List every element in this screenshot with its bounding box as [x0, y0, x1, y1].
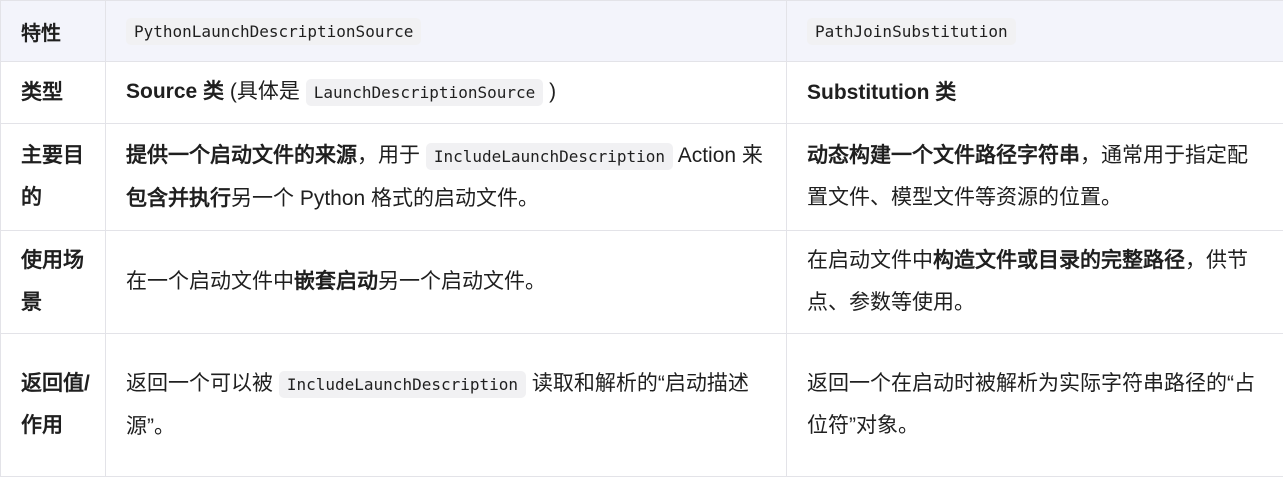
text: 返回一个可以被 [126, 372, 279, 395]
bold-text: 动态构建一个文件路径字符串 [807, 144, 1080, 167]
text: 在一个启动文件中 [126, 270, 294, 293]
table-row-return: 返回值/作用 返回一个可以被 IncludeLaunchDescription … [1, 334, 1283, 477]
text: 另一个 Python 格式的启动文件。 [231, 187, 539, 210]
cell-return-b: 返回一个在启动时被解析为实际字符串路径的“占位符”对象。 [787, 334, 1283, 477]
text: 在启动文件中 [807, 249, 933, 272]
bold-text: 提供一个启动文件的来源 [126, 144, 357, 167]
cell-purpose-b: 动态构建一个文件路径字符串，通常用于指定配置文件、模型文件等资源的位置。 [787, 124, 1283, 231]
header-col-b: PathJoinSubstitution [787, 1, 1283, 62]
cell-scenario-b: 在启动文件中构造文件或目录的完整路径，供节点、参数等使用。 [787, 231, 1283, 334]
feature-cell: 使用场景 [1, 231, 106, 334]
bold-text: Source 类 [126, 80, 224, 103]
text: 返回一个在启动时被解析为实际字符串路径的“占位符”对象。 [807, 372, 1255, 437]
feature-cell: 返回值/作用 [1, 334, 106, 477]
table-row-purpose: 主要目的 提供一个启动文件的来源，用于 IncludeLaunchDescrip… [1, 124, 1283, 231]
header-col-a: PythonLaunchDescriptionSource [106, 1, 787, 62]
text: 另一个启动文件。 [378, 270, 546, 293]
header-row: 特性 PythonLaunchDescriptionSource PathJoi… [1, 1, 1283, 62]
text: ) [543, 80, 556, 103]
bold-text: Substitution 类 [807, 81, 956, 104]
table-row-type: 类型 Source 类 (具体是 LaunchDescriptionSource… [1, 62, 1283, 124]
cell-type-b: Substitution 类 [787, 62, 1283, 124]
inline-code: IncludeLaunchDescription [426, 143, 673, 170]
header-col-a-code: PythonLaunchDescriptionSource [126, 18, 421, 45]
comparison-table: 特性 PythonLaunchDescriptionSource PathJoi… [0, 0, 1283, 477]
header-col-b-code: PathJoinSubstitution [807, 18, 1016, 45]
cell-return-a: 返回一个可以被 IncludeLaunchDescription 读取和解析的“… [106, 334, 787, 477]
cell-type-a: Source 类 (具体是 LaunchDescriptionSource ) [106, 62, 787, 124]
feature-cell: 主要目的 [1, 124, 106, 231]
bold-text: 构造文件或目录的完整路径 [933, 249, 1185, 272]
inline-code: LaunchDescriptionSource [306, 79, 544, 106]
table-row-scenario: 使用场景 在一个启动文件中嵌套启动另一个启动文件。 在启动文件中构造文件或目录的… [1, 231, 1283, 334]
feature-cell: 类型 [1, 62, 106, 124]
cell-scenario-a: 在一个启动文件中嵌套启动另一个启动文件。 [106, 231, 787, 334]
header-feature: 特性 [1, 1, 106, 62]
cell-purpose-a: 提供一个启动文件的来源，用于 IncludeLaunchDescription … [106, 124, 787, 231]
text: ，用于 [357, 144, 426, 167]
text: (具体是 [224, 80, 306, 103]
text: Action 来 [673, 144, 763, 167]
bold-text: 包含并执行 [126, 187, 231, 210]
inline-code: IncludeLaunchDescription [279, 371, 526, 398]
bold-text: 嵌套启动 [294, 270, 378, 293]
